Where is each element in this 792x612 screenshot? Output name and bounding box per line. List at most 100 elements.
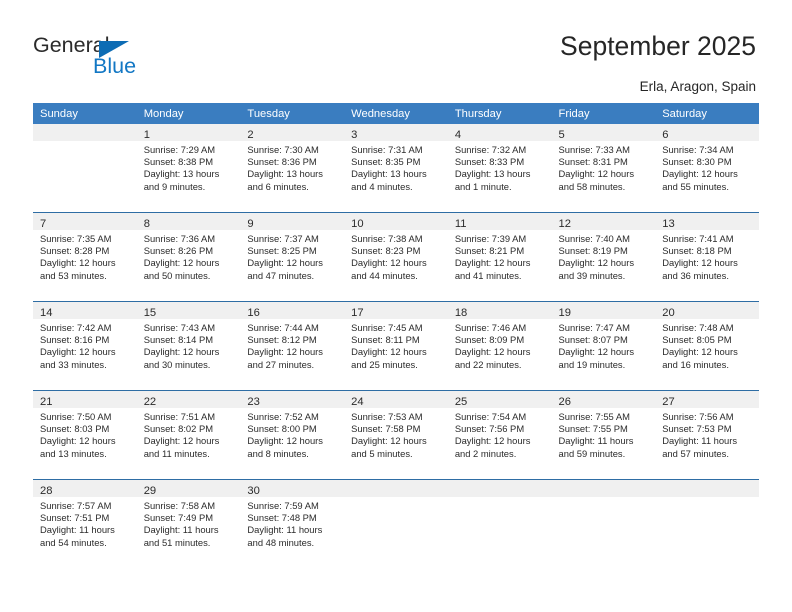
daylight-duration-line2: and 39 minutes. [558,269,626,281]
calendar-cell: 27 Sunrise: 7:56 AM Sunset: 7:53 PM Dayligh… [655,390,759,480]
day-cell[interactable]: 15 Sunrise: 7:43 AM Sunset: 8:14 PM Dayligh… [136,302,241,390]
sunrise-time: Sunrise: 7:57 AM [40,500,112,511]
daylight-duration-line2: and 58 minutes. [558,180,626,192]
sunset-time: Sunset: 7:58 PM [351,423,421,435]
day-cell[interactable]: 25 Sunrise: 7:54 AM Sunset: 7:56 PM Dayligh… [447,391,552,479]
day-info: Sunrise: 7:32 AM Sunset: 8:33 PM Daylight:… [448,141,552,193]
daylight-duration-line1: Daylight: 12 hours [558,346,635,358]
day-cell[interactable]: 26 Sunrise: 7:55 AM Sunset: 7:55 PM Dayligh… [551,391,656,479]
day-info: Sunrise: 7:37 AM Sunset: 8:25 PM Daylight:… [240,230,344,282]
day-cell[interactable]: 6 Sunrise: 7:34 AM Sunset: 8:30 PM Daylight… [655,124,759,212]
weekday-header-row: Sunday Monday Tuesday Wednesday Thursday Frid… [33,103,759,124]
day-number: 9 [247,218,254,230]
calendar-cell: 29 Sunrise: 7:58 AM Sunset: 7:49 PM Dayligh… [136,479,241,568]
daylight-duration-line2: and 30 minutes. [143,358,211,370]
day-cell[interactable]: 19 Sunrise: 7:47 AM Sunset: 8:07 PM Dayligh… [551,302,656,390]
day-cell[interactable]: 3 Sunrise: 7:31 AM Sunset: 8:35 PM Daylight… [344,124,448,212]
day-info: Sunrise: 7:44 AM Sunset: 8:12 PM Daylight:… [240,319,344,371]
day-cell[interactable]: 10 Sunrise: 7:38 AM Sunset: 8:23 PM Dayligh… [344,213,448,301]
page-header: General Blue September 2025 Erla, Aragon… [0,0,792,100]
day-cell[interactable]: 1 Sunrise: 7:29 AM Sunset: 8:38 PM Daylight… [136,124,241,212]
sunset-time: Sunset: 8:36 PM [247,156,317,168]
day-cell[interactable]: 5 Sunrise: 7:33 AM Sunset: 8:31 PM Daylight… [551,124,656,212]
day-cell[interactable]: 24 Sunrise: 7:53 AM Sunset: 7:58 PM Dayligh… [344,391,448,479]
day-info: Sunrise: 7:30 AM Sunset: 8:36 PM Daylight:… [240,141,344,193]
sunrise-time: Sunrise: 7:38 AM [351,233,423,244]
day-cell[interactable]: 14 Sunrise: 7:42 AM Sunset: 8:16 PM Dayligh… [33,302,137,390]
calendar-cell: 18 Sunrise: 7:46 AM Sunset: 8:09 PM Dayligh… [447,301,552,391]
day-cell[interactable]: 8 Sunrise: 7:36 AM Sunset: 8:26 PM Daylight… [136,213,241,301]
day-cell[interactable]: 28 Sunrise: 7:57 AM Sunset: 7:51 PM Dayligh… [33,480,137,568]
day-info: Sunrise: 7:29 AM Sunset: 8:38 PM Daylight:… [137,141,241,193]
day-number: 3 [351,129,358,141]
calendar-week-row: 7 Sunrise: 7:35 AM Sunset: 8:28 PM Daylight… [33,212,759,302]
sunrise-time: Sunrise: 7:54 AM [454,411,527,422]
daylight-duration-line1: Daylight: 12 hours [247,257,323,269]
daylight-duration-line1: Daylight: 13 hours [454,168,531,180]
daylight-duration-line2: and 11 minutes. [143,447,210,459]
daylight-duration-line2: and 9 minutes. [143,180,206,192]
day-cell[interactable]: 12 Sunrise: 7:40 AM Sunset: 8:19 PM Dayligh… [551,213,656,301]
sunset-time: Sunset: 8:35 PM [351,156,421,168]
sunrise-time: Sunrise: 7:50 AM [40,411,112,422]
day-number: 10 [351,218,364,230]
daylight-duration-line2: and 50 minutes. [143,269,211,281]
general-blue-logo[interactable]: General Blue [33,33,213,83]
daylight-duration-line1: Daylight: 12 hours [143,346,220,358]
sunrise-time: Sunrise: 7:32 AM [454,144,527,155]
daylight-duration-line1: Daylight: 13 hours [247,168,323,180]
sunset-time: Sunset: 8:19 PM [558,245,628,257]
day-cell[interactable]: 9 Sunrise: 7:37 AM Sunset: 8:25 PM Daylight… [240,213,345,301]
day-info: Sunrise: 7:54 AM Sunset: 7:56 PM Daylight:… [448,408,552,460]
calendar-cell: 16 Sunrise: 7:44 AM Sunset: 8:12 PM Dayligh… [240,301,345,391]
day-info: Sunrise: 7:56 AM Sunset: 7:53 PM Daylight:… [655,408,759,460]
day-number-strip: 6 [655,124,759,141]
day-cell[interactable]: 17 Sunrise: 7:45 AM Sunset: 8:11 PM Dayligh… [344,302,448,390]
day-number-strip: 4 [447,124,552,141]
day-cell[interactable]: 29 Sunrise: 7:58 AM Sunset: 7:49 PM Dayligh… [136,480,241,568]
weekday-header-monday: Monday [136,103,241,124]
sunset-time: Sunset: 8:28 PM [40,245,110,257]
day-info: Sunrise: 7:57 AM Sunset: 7:51 PM Daylight:… [33,497,137,549]
calendar-cell: 23 Sunrise: 7:52 AM Sunset: 8:00 PM Dayligh… [240,390,345,480]
day-cell[interactable]: 21 Sunrise: 7:50 AM Sunset: 8:03 PM Dayligh… [33,391,137,479]
day-number: 20 [662,307,675,319]
day-cell[interactable]: 2 Sunrise: 7:30 AM Sunset: 8:36 PM Daylight… [240,124,345,212]
sunrise-time: Sunrise: 7:56 AM [662,411,734,422]
day-cell[interactable]: 18 Sunrise: 7:46 AM Sunset: 8:09 PM Dayligh… [447,302,552,390]
day-cell[interactable]: 7 Sunrise: 7:35 AM Sunset: 8:28 PM Daylight… [33,213,137,301]
daylight-duration-line2: and 36 minutes. [662,269,729,281]
daylight-duration-line2: and 54 minutes. [40,536,107,548]
day-number: 29 [143,485,157,497]
sunrise-time: Sunrise: 7:37 AM [247,233,319,244]
sunset-time: Sunset: 8:14 PM [143,334,214,346]
day-number: 1 [143,129,150,141]
day-number-strip: 23 [240,391,345,408]
day-cell[interactable]: 27 Sunrise: 7:56 AM Sunset: 7:53 PM Dayligh… [655,391,759,479]
day-cell-empty [551,480,656,568]
calendar-cell: 25 Sunrise: 7:54 AM Sunset: 7:56 PM Dayligh… [447,390,552,480]
logo-text-blue: Blue [93,54,137,78]
day-info: Sunrise: 7:39 AM Sunset: 8:21 PM Daylight:… [448,230,552,282]
day-cell[interactable]: 16 Sunrise: 7:44 AM Sunset: 8:12 PM Dayligh… [240,302,345,390]
sunrise-time: Sunrise: 7:46 AM [454,322,527,333]
calendar-cell: 24 Sunrise: 7:53 AM Sunset: 7:58 PM Dayligh… [344,390,448,480]
sunrise-time: Sunrise: 7:42 AM [40,322,112,333]
day-number-strip: 3 [344,124,448,141]
day-cell[interactable]: 4 Sunrise: 7:32 AM Sunset: 8:33 PM Daylight… [447,124,552,212]
calendar-table: Sunday Monday Tuesday Wednesday Thursday Frid… [33,103,759,568]
day-cell[interactable]: 11 Sunrise: 7:39 AM Sunset: 8:21 PM Dayligh… [447,213,552,301]
calendar-cell: 5 Sunrise: 7:33 AM Sunset: 8:31 PM Daylight… [551,124,656,213]
day-number-strip: 17 [344,302,448,319]
day-cell[interactable]: 13 Sunrise: 7:41 AM Sunset: 8:18 PM Dayligh… [655,213,759,301]
daylight-duration-line1: Daylight: 12 hours [40,257,116,269]
day-cell[interactable]: 30 Sunrise: 7:59 AM Sunset: 7:48 PM Dayligh… [240,480,345,568]
sunset-time: Sunset: 8:33 PM [454,156,525,168]
calendar-cell: 28 Sunrise: 7:57 AM Sunset: 7:51 PM Dayligh… [33,479,137,568]
day-cell[interactable]: 23 Sunrise: 7:52 AM Sunset: 8:00 PM Dayligh… [240,391,345,479]
sunrise-time: Sunrise: 7:31 AM [351,144,423,155]
day-number: 4 [454,129,462,141]
day-cell[interactable]: 20 Sunrise: 7:48 AM Sunset: 8:05 PM Dayligh… [655,302,759,390]
day-number-strip: 30 [240,480,345,497]
day-cell[interactable]: 22 Sunrise: 7:51 AM Sunset: 8:02 PM Dayligh… [136,391,241,479]
